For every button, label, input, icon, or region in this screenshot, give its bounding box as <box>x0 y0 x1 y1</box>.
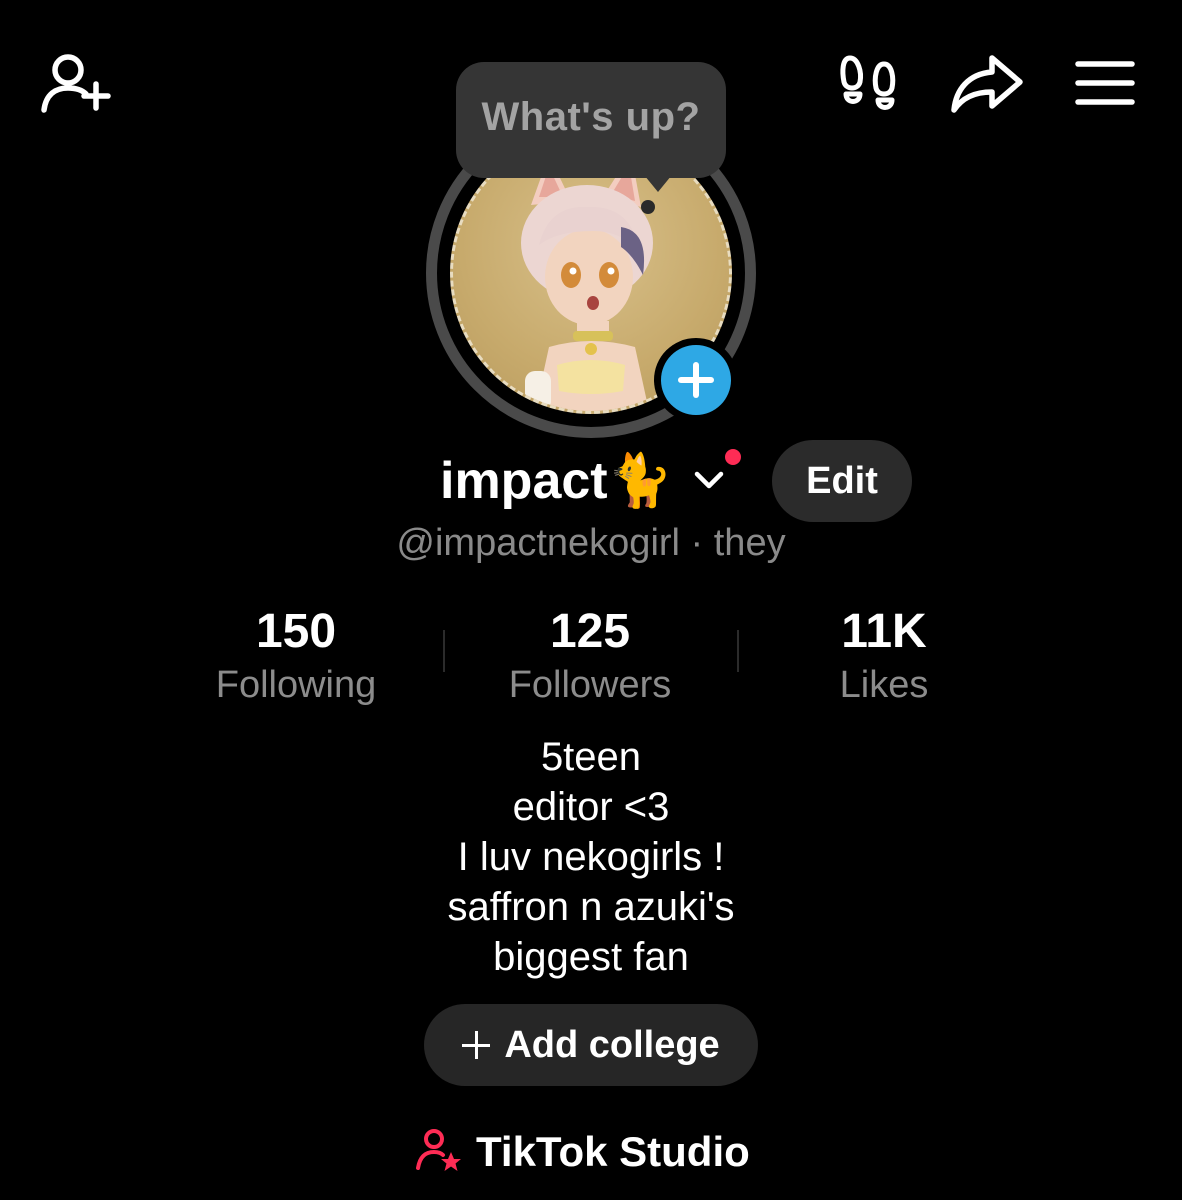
stat-divider <box>443 630 445 672</box>
bio-line: I luv nekogirls ! <box>457 835 725 879</box>
likes-label: Likes <box>839 664 929 706</box>
display-name: impact🐈 <box>440 452 673 510</box>
profile-page: What's up? impact🐈 Edit @impactnekogirl … <box>0 0 1182 1200</box>
tooltip-text: What's up? <box>481 94 701 139</box>
bio-line: editor <3 <box>512 785 670 829</box>
following-label: Following <box>215 664 377 706</box>
following-count: 150 <box>255 605 337 658</box>
notification-dot <box>722 446 744 468</box>
followers-count: 125 <box>549 605 631 658</box>
plus-icon <box>661 345 731 415</box>
add-college-button[interactable]: Add college <box>424 1004 758 1086</box>
add-college-label: Add college <box>504 1023 720 1066</box>
edit-profile-button[interactable]: Edit <box>772 440 912 522</box>
username-pronouns: @impactnekogirl · they <box>396 522 786 564</box>
menu-icon[interactable] <box>1072 56 1138 110</box>
tooltip-tail <box>640 170 676 192</box>
bio-line: biggest fan <box>493 935 689 979</box>
stat-followers[interactable]: 125 Followers <box>450 602 730 708</box>
stat-likes[interactable]: 11K Likes <box>744 602 1024 708</box>
bio-line: saffron n azuki's <box>447 885 735 929</box>
studio-label: TikTok Studio <box>476 1128 750 1175</box>
stat-divider <box>737 630 739 672</box>
tooltip-dot <box>641 200 655 214</box>
whats-up-tooltip[interactable]: What's up? <box>456 62 726 178</box>
tiktok-studio-link[interactable]: TikTok Studio <box>414 1122 750 1182</box>
bio: 5teen editor <3 I luv nekogirls ! saffro… <box>0 732 1182 982</box>
footprints-icon[interactable] <box>836 50 904 118</box>
share-icon[interactable] <box>948 52 1026 116</box>
followers-label: Followers <box>508 664 672 706</box>
add-story-button[interactable] <box>654 338 738 422</box>
likes-count: 11K <box>841 605 927 658</box>
plus-icon <box>462 1031 491 1059</box>
add-friend-icon[interactable] <box>38 50 114 118</box>
bio-line: 5teen <box>540 735 642 779</box>
person-star-icon <box>414 1126 462 1179</box>
stat-following[interactable]: 150 Following <box>156 602 436 708</box>
chevron-down-icon[interactable] <box>692 466 726 496</box>
